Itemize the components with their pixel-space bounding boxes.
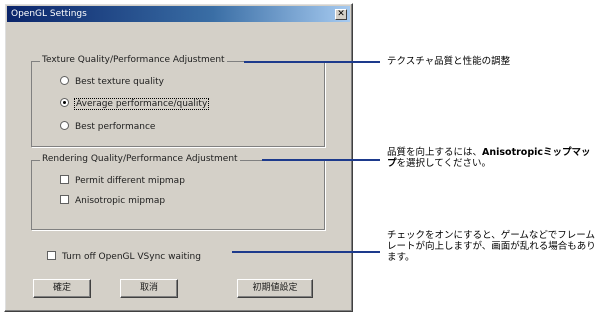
leader-line-texture [244, 61, 380, 63]
checkbox-icon[interactable] [60, 195, 69, 204]
radio-label: Average performance/quality [73, 98, 210, 110]
close-icon[interactable]: ✕ [335, 9, 347, 20]
checkbox-anisotropic[interactable]: Anisotropic mipmap [60, 195, 165, 207]
opengl-settings-dialog: OpenGL Settings ✕ Texture Quality/Perfor… [4, 3, 353, 312]
checkbox-icon[interactable] [47, 251, 56, 260]
radio-button-icon[interactable] [60, 76, 69, 85]
checkbox-label: Permit different mipmap [75, 176, 185, 186]
annotation-render-suffix: を選択してください。 [396, 158, 491, 169]
cancel-button[interactable]: 取消 [120, 279, 178, 298]
checkbox-label: Anisotropic mipmap [75, 196, 166, 206]
ok-button[interactable]: 確定 [33, 279, 91, 298]
annotation-vsync: チェックをオンにすると、ゲームなどでフレームレートが向上しますが、画面が乱れる場… [387, 230, 596, 263]
radio-label: Best performance [75, 122, 156, 132]
checkbox-label: Turn off OpenGL VSync waiting [62, 252, 201, 262]
dialog-titlebar[interactable]: OpenGL Settings ✕ [7, 6, 350, 22]
annotation-texture: テクスチャ品質と性能の調整 [387, 56, 511, 67]
texture-group-label: Texture Quality/Performance Adjustment [40, 55, 227, 65]
radio-best-texture[interactable]: Best texture quality [60, 76, 164, 88]
radio-average[interactable]: Average performance/quality [60, 98, 210, 110]
checkbox-vsync[interactable]: Turn off OpenGL VSync waiting [47, 251, 201, 263]
default-settings-button[interactable]: 初期値設定 [237, 279, 313, 298]
radio-button-selected-icon[interactable] [60, 98, 69, 107]
checkbox-permit-mipmap[interactable]: Permit different mipmap [60, 175, 185, 187]
leader-line-vsync [232, 251, 380, 253]
render-group-label: Rendering Quality/Performance Adjustment [40, 154, 240, 164]
dialog-title: OpenGL Settings [11, 9, 87, 19]
annotation-render: 品質を向上するには、Anisotropicミップマップを選択してください。 [387, 147, 599, 169]
leader-line-render [262, 159, 380, 161]
annotation-render-prefix: 品質を向上するには、 [387, 147, 483, 158]
radio-button-icon[interactable] [60, 121, 69, 130]
radio-label: Best texture quality [75, 77, 164, 87]
checkbox-icon[interactable] [60, 175, 69, 184]
radio-best-performance[interactable]: Best performance [60, 121, 155, 133]
